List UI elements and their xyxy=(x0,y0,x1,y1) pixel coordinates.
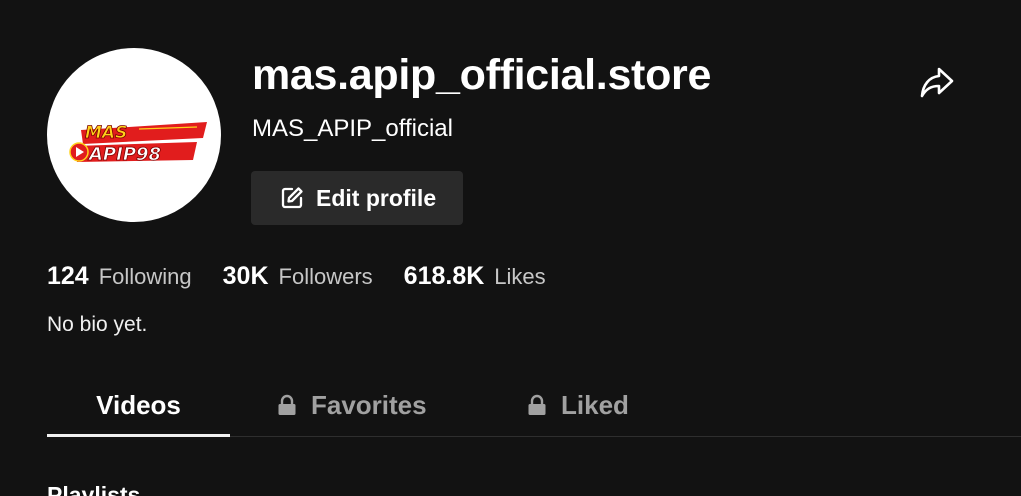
likes-count: 618.8K xyxy=(403,261,485,290)
avatar[interactable]: MAS APIP98 xyxy=(47,48,221,222)
tab-favorites[interactable]: Favorites xyxy=(277,375,433,435)
profile-page: MAS APIP98 mas.apip_official.store MAS_A… xyxy=(0,0,1021,496)
tab-favorites-label: Favorites xyxy=(311,389,427,420)
followers-label: Followers xyxy=(278,263,373,289)
followers-count: 30K xyxy=(222,261,269,290)
lock-icon xyxy=(527,394,547,416)
lock-icon xyxy=(277,394,297,416)
followers-stat[interactable]: 30K Followers xyxy=(223,262,373,291)
svg-text:APIP98: APIP98 xyxy=(87,144,161,165)
tab-liked-label: Liked xyxy=(561,389,629,420)
following-stat[interactable]: 124 Following xyxy=(47,262,192,291)
following-label: Following xyxy=(98,263,192,289)
tab-videos-label: Videos xyxy=(96,389,181,420)
profile-tabs: Videos Favorites Liked xyxy=(47,375,1021,437)
edit-profile-button[interactable]: Edit profile xyxy=(251,171,463,225)
following-count: 124 xyxy=(47,261,89,290)
avatar-logo: MAS APIP98 xyxy=(69,122,207,165)
edit-profile-label: Edit profile xyxy=(316,184,437,211)
profile-stats: 124 Following 30K Followers 618.8K Likes xyxy=(47,258,577,294)
edit-icon xyxy=(279,185,305,211)
tab-videos[interactable]: Videos xyxy=(47,375,230,435)
playlists-heading: Playlists xyxy=(47,482,141,496)
tab-liked[interactable]: Liked xyxy=(527,375,637,435)
profile-nickname: MAS_APIP_official xyxy=(252,115,453,142)
profile-bio: No bio yet. xyxy=(47,313,148,336)
active-tab-indicator xyxy=(47,434,230,437)
share-icon[interactable] xyxy=(918,63,956,101)
svg-text:MAS: MAS xyxy=(85,123,127,143)
profile-username: mas.apip_official.store xyxy=(252,51,712,99)
likes-stat: 618.8K Likes xyxy=(404,262,546,291)
likes-label: Likes xyxy=(494,263,546,289)
